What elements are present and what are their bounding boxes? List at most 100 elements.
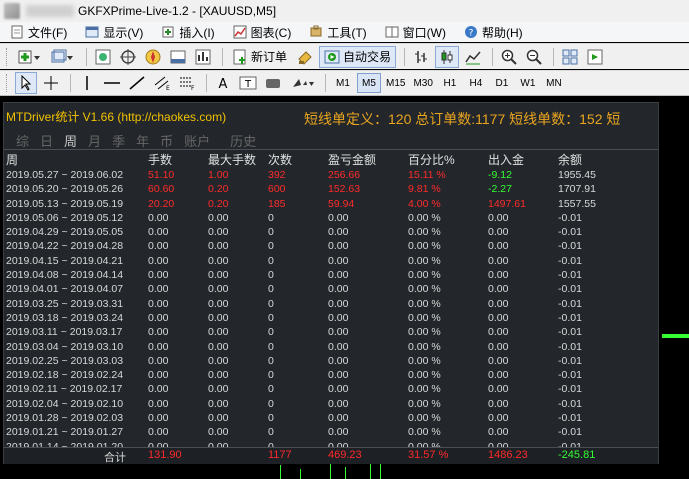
equidistant-channel-button[interactable]: E xyxy=(151,72,173,94)
cell-lots: 0.00 xyxy=(148,354,169,367)
trendline-button[interactable] xyxy=(126,72,148,94)
tab-currency[interactable]: 币 xyxy=(160,131,173,150)
cell-balance: -0.01 xyxy=(558,326,582,339)
cell-pnl: 0.00 xyxy=(328,211,349,224)
cell-week: 2019.01.28 ~ 2019.02.03 xyxy=(6,412,124,425)
toolbar-separator xyxy=(492,47,494,66)
text-label-icon: T xyxy=(239,76,257,90)
svg-text:E: E xyxy=(166,85,170,91)
new-order-label: 新订单 xyxy=(251,50,288,64)
tab-history[interactable]: 历史 xyxy=(230,131,256,150)
auto-trading-button[interactable]: 自动交易 xyxy=(319,45,397,68)
timeframe-m30[interactable]: M30 xyxy=(410,73,435,93)
menu-chart[interactable]: 图表(C) xyxy=(233,24,291,41)
cell-count: 0 xyxy=(268,397,274,410)
new-order-button[interactable]: 新订单 xyxy=(228,46,291,68)
line-chart-button[interactable] xyxy=(462,46,484,68)
tile-windows-button[interactable] xyxy=(559,46,581,68)
cell-count: 392 xyxy=(268,169,286,181)
timeframe-d1[interactable]: D1 xyxy=(490,73,514,93)
cell-balance: -0.01 xyxy=(558,369,582,382)
zoom-out-button[interactable] xyxy=(523,46,545,68)
svg-text:A: A xyxy=(219,77,228,91)
rectangle-button[interactable] xyxy=(262,72,284,94)
navigator-button[interactable] xyxy=(142,46,164,68)
cell-pnl: 0.00 xyxy=(328,412,349,425)
auto-scroll-icon xyxy=(587,49,603,64)
toolbar-grip[interactable] xyxy=(6,74,9,92)
cell-flow: -9.12 xyxy=(488,169,512,181)
cell-balance: -0.01 xyxy=(558,211,582,224)
timeframe-m1[interactable]: M1 xyxy=(331,73,355,93)
text-tool-button[interactable]: A xyxy=(212,72,234,94)
cell-flow: 0.00 xyxy=(488,354,509,367)
col-percent: 百分比% xyxy=(408,153,455,167)
toolbar-separator xyxy=(325,74,326,92)
cell-pnl: 0.00 xyxy=(328,311,349,324)
cell-flow: 0.00 xyxy=(488,369,509,382)
timeframe-h4[interactable]: H4 xyxy=(464,73,488,93)
terminal-button[interactable] xyxy=(167,46,189,68)
timeframe-mn[interactable]: MN xyxy=(542,73,566,93)
cell-count: 0 xyxy=(268,340,274,353)
vertical-line-button[interactable] xyxy=(76,72,98,94)
auto-scroll-button[interactable] xyxy=(584,46,606,68)
menu-tools[interactable]: 工具(T) xyxy=(309,24,367,41)
cell-week: 2019.04.08 ~ 2019.04.14 xyxy=(6,269,124,282)
timeframe-m15[interactable]: M15 xyxy=(383,73,408,93)
market-watch-button[interactable] xyxy=(92,46,114,68)
toolbar-grip[interactable] xyxy=(6,47,9,66)
cell-count: 600 xyxy=(268,183,286,196)
cell-percent: 0.00 % xyxy=(408,240,441,253)
arrows-dropdown-button[interactable] xyxy=(287,72,317,94)
menu-insert[interactable]: 插入(I) xyxy=(161,24,215,41)
cell-percent: 0.00 % xyxy=(408,340,441,353)
fibonacci-button[interactable]: F xyxy=(176,72,198,94)
bar-chart-button[interactable] xyxy=(410,46,432,68)
cell-percent: 0.00 % xyxy=(408,211,441,224)
insert-icon xyxy=(162,26,174,38)
timeframe-h1[interactable]: H1 xyxy=(438,73,462,93)
line-chart-icon xyxy=(465,51,481,64)
arrows-dropdown-icon xyxy=(293,79,314,87)
tab-week[interactable]: 周 xyxy=(64,131,77,150)
cell-pnl: 0.00 xyxy=(328,426,349,439)
cell-percent: 9.81 % xyxy=(408,183,441,196)
zoom-in-button[interactable] xyxy=(498,46,520,68)
timeframe-m5[interactable]: M5 xyxy=(357,73,381,93)
menu-window[interactable]: 窗口(W) xyxy=(385,24,446,41)
menu-help[interactable]: ? 帮助(H) xyxy=(464,24,523,41)
cell-max-lots: 0.00 xyxy=(208,412,229,425)
tab-month[interactable]: 月 xyxy=(88,131,101,150)
tab-overview[interactable]: 综 xyxy=(16,131,29,150)
cell-max-lots: 0.00 xyxy=(208,354,229,367)
cell-lots: 0.00 xyxy=(148,412,169,425)
cell-balance: 1707.91 xyxy=(558,183,596,196)
tab-year[interactable]: 年 xyxy=(136,131,149,150)
profiles-button[interactable] xyxy=(48,46,78,68)
metaeditor-button[interactable] xyxy=(294,46,316,68)
tab-day[interactable]: 日 xyxy=(40,131,53,150)
price-marker xyxy=(662,334,689,338)
data-window-button[interactable] xyxy=(117,46,139,68)
timeframe-w1[interactable]: W1 xyxy=(516,73,540,93)
cursor-tool-button[interactable] xyxy=(15,72,37,94)
crosshair-tool-button[interactable] xyxy=(40,72,62,94)
new-chart-button[interactable] xyxy=(15,46,45,68)
cell-pnl: 0.00 xyxy=(328,369,349,382)
strategy-tester-button[interactable] xyxy=(192,46,214,68)
cell-percent: 0.00 % xyxy=(408,397,441,410)
zoom-in-icon xyxy=(501,49,517,65)
candlestick-button[interactable] xyxy=(435,45,460,68)
menu-view[interactable]: 显示(V) xyxy=(85,24,143,41)
tab-account[interactable]: 账户 xyxy=(184,131,210,150)
tab-quarter[interactable]: 季 xyxy=(112,131,125,150)
cell-flow: 0.00 xyxy=(488,297,509,310)
horizontal-line-button[interactable] xyxy=(101,72,123,94)
cell-pnl: 0.00 xyxy=(328,254,349,267)
text-label-button[interactable]: T xyxy=(237,72,259,94)
menu-file[interactable]: 文件(F) xyxy=(10,24,67,41)
text-a-icon: A xyxy=(219,77,228,91)
cell-balance: -0.01 xyxy=(558,240,582,253)
cell-pnl: 0.00 xyxy=(328,383,349,396)
